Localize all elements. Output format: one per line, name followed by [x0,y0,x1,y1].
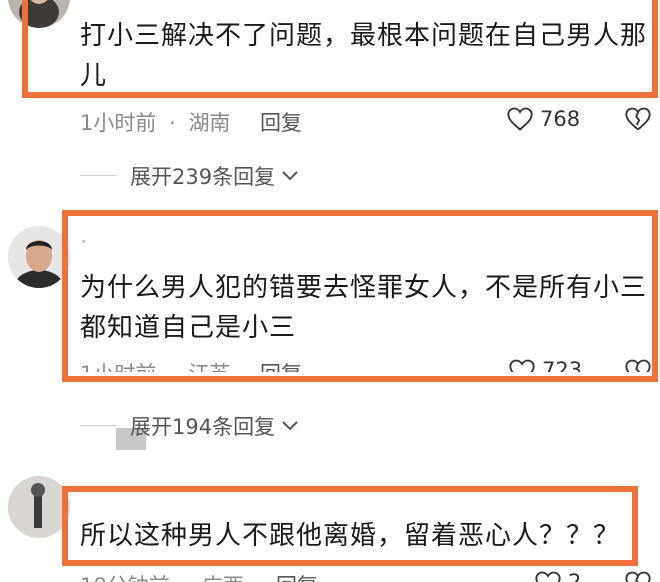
comment-meta: 1小时前 · 江苏 [80,358,230,372]
expand-replies-button[interactable]: 展开239条回复 [130,161,299,191]
like-button[interactable]: 2 [534,570,581,582]
meta-separator: · [182,574,189,582]
chevron-down-icon [281,170,299,182]
dot-mark [82,240,85,243]
comment-location: 广西 [202,574,244,582]
reply-button[interactable]: 回复 [260,107,302,137]
like-button[interactable]: 723 [508,358,582,372]
comment-meta: 18分钟前 · 广西 [80,570,244,582]
expand-replies-button[interactable]: 展开194条回复 [130,411,299,441]
comment-time: 1小时前 [80,362,156,372]
reply-button[interactable]: 回复 [276,570,318,582]
dislike-button[interactable] [624,570,652,582]
comment-time: 18分钟前 [80,574,170,582]
like-count: 768 [540,107,581,131]
like-button[interactable]: 768 [506,106,580,132]
broken-heart-icon [624,106,652,132]
reply-button[interactable]: 回复 [260,358,302,372]
dislike-button[interactable] [624,358,652,372]
meta-separator: · [169,111,176,135]
comment-text: 打小三解决不了问题，最根本问题在自己男人那 儿 [80,21,648,91]
heart-icon [506,106,534,132]
comment-location: 江苏 [188,362,230,372]
dislike-button[interactable] [624,106,652,132]
like-count: 723 [542,358,583,372]
comment-meta: 1小时前 · 湖南 [80,107,230,137]
comment-time: 1小时前 [80,111,157,135]
meta-separator: · [169,362,176,372]
broken-heart-icon [624,358,652,372]
expand-divider [80,175,116,176]
like-count: 2 [568,570,582,582]
broken-heart-icon [624,570,652,582]
chevron-down-icon [281,420,299,432]
expand-divider [80,425,116,426]
comment-text: 为什么男人犯的错要去怪罪女人，不是所有小三 都知道自己是小三 [80,273,648,343]
heart-icon [508,358,536,372]
comment-text: 所以这种男人不跟他离婚，留着恶心人？？？ [80,521,621,551]
avatar[interactable] [8,226,70,288]
avatar[interactable] [8,476,70,538]
heart-icon [534,570,562,582]
comment-location: 湖南 [188,111,231,135]
